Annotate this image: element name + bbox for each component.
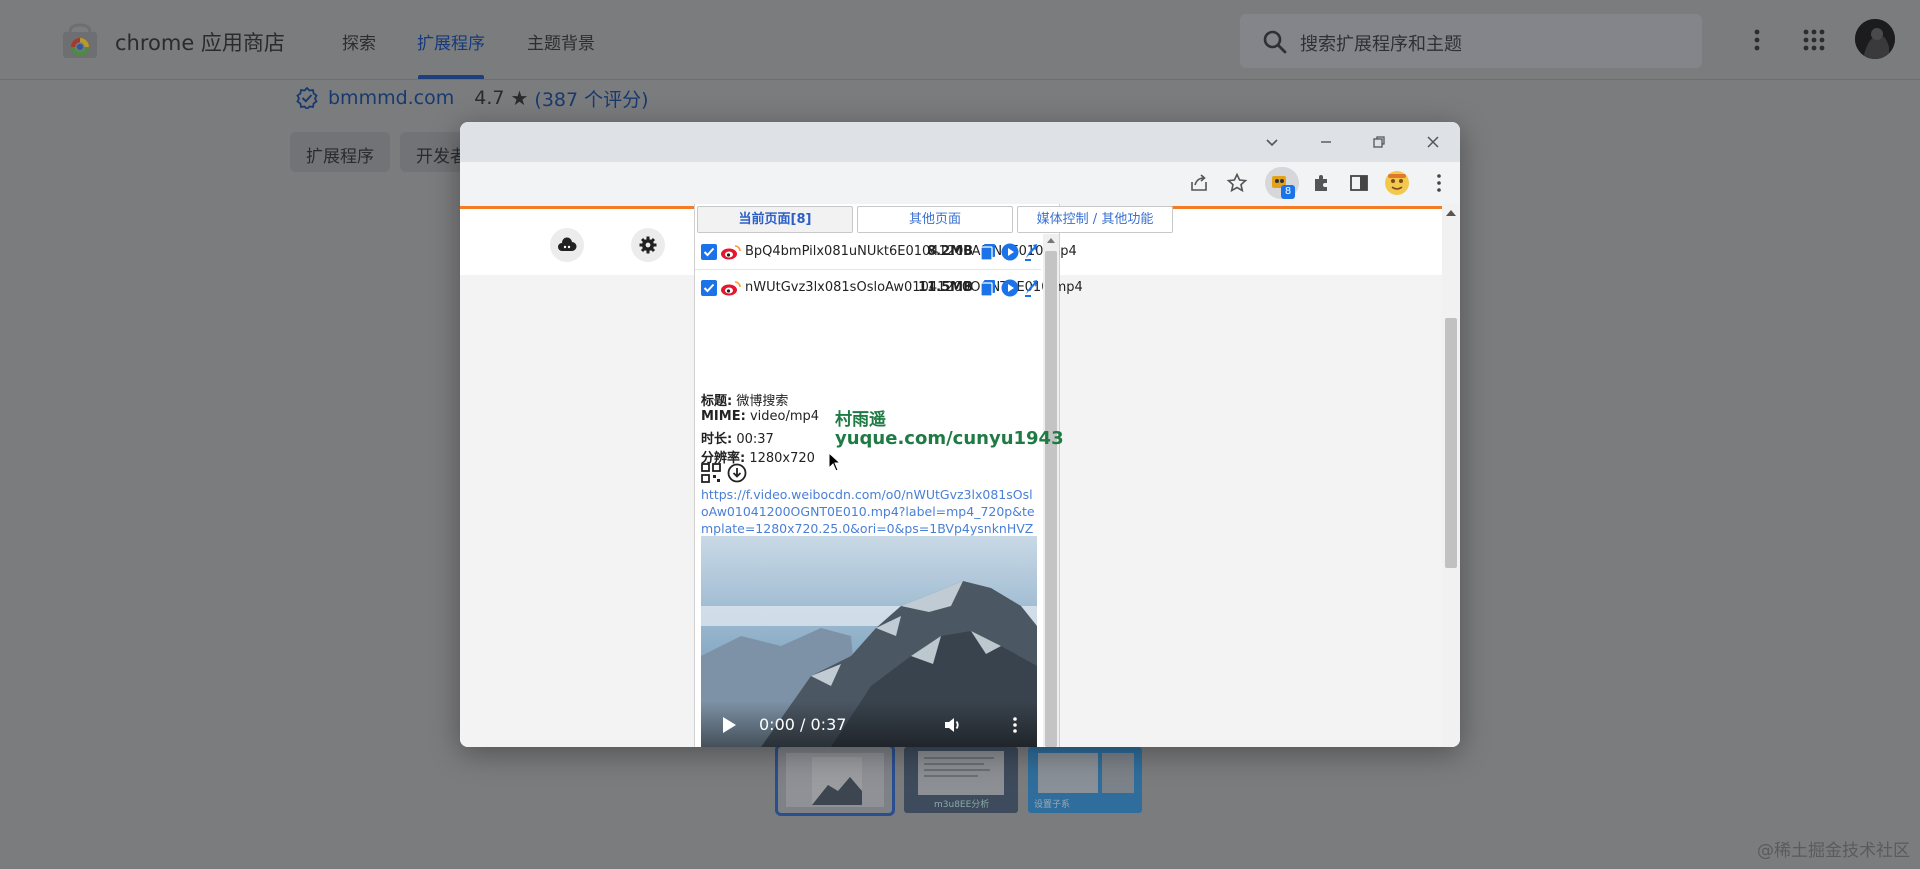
publisher-row: bmmmd.com 4.7 ★ (387 个评分) (296, 84, 649, 112)
page-settings-button[interactable] (631, 228, 665, 262)
browser-toolbar: 8 (460, 162, 1460, 204)
page-cloud-button[interactable] (550, 228, 584, 262)
download-icon[interactable] (1023, 279, 1041, 297)
store-search-box[interactable]: 搜索扩展程序和主题 (1240, 14, 1702, 68)
cloud-icon (558, 237, 577, 251)
detail-duration: 时长: 00:37 (701, 428, 774, 447)
detail-value: 00:37 (736, 432, 774, 447)
extension-badge: 8 (1281, 185, 1295, 199)
category-chip-developer[interactable]: 开发者 (400, 132, 466, 172)
nav-tab-themes[interactable]: 主题背景 (527, 29, 595, 54)
nav-tab-explore[interactable]: 探索 (342, 29, 376, 54)
download-circle-icon[interactable] (727, 463, 747, 483)
volume-icon[interactable] (943, 715, 963, 735)
file-size: 11.5MB (918, 280, 973, 295)
copy-icon[interactable] (979, 279, 997, 297)
mouse-cursor-icon (828, 452, 842, 472)
rating-count-link[interactable]: (387 个评分) (534, 85, 648, 112)
publisher-link[interactable]: bmmmd.com (328, 87, 454, 109)
detail-value: 1280x720 (749, 451, 815, 466)
share-icon[interactable] (1188, 172, 1210, 194)
cat-catch-extension-button[interactable]: 8 (1265, 167, 1299, 199)
detail-title: 标题: 微博搜索 (701, 390, 788, 409)
check-icon (703, 283, 715, 293)
detail-label: MIME: (701, 409, 746, 424)
nav-tab-extensions[interactable]: 扩展程序 (417, 29, 485, 54)
chrome-web-store-logo-icon[interactable] (62, 23, 98, 59)
store-title[interactable]: chrome 应用商店 (115, 27, 285, 57)
thumbnail-3[interactable]: 设置子系 (1028, 747, 1142, 813)
copy-icon[interactable] (979, 243, 997, 261)
overlay-watermark-url: yuque.com/cunyu1943 (835, 428, 1064, 449)
more-vert-icon[interactable] (1005, 715, 1025, 735)
overlay-watermark-name: 村雨遥 (835, 410, 886, 430)
detail-mime: MIME: video/mp4 (701, 409, 819, 424)
page-scrollbar-thumb[interactable] (1445, 318, 1457, 568)
tab-current-page[interactable]: 当前页面[8] (697, 206, 853, 233)
side-panel-icon[interactable] (1348, 172, 1370, 194)
file-select-checkbox[interactable] (701, 280, 717, 296)
video-controls-bar: 0:00 / 0:37 (701, 701, 1037, 747)
thumbnail-image-icon (778, 747, 892, 813)
popup-scroll-up-icon[interactable] (1047, 238, 1055, 243)
category-chip-extensions[interactable]: 扩展程序 (290, 132, 390, 172)
qr-code-icon[interactable] (701, 463, 721, 483)
weibo-icon (721, 245, 741, 260)
file-select-checkbox[interactable] (701, 244, 717, 260)
media-sniffer-popup: 当前页面[8] 其他页面 媒体控制 / 其他功能 BpQ4bmPilx081uN… (694, 204, 1173, 747)
thumbnail-caption: m3u8EE分析 (934, 800, 990, 810)
file-size: 8.2MB (927, 244, 973, 259)
popup-scrollbar-thumb[interactable] (1045, 251, 1057, 747)
apps-grid-icon[interactable] (1802, 28, 1826, 52)
more-vert-icon[interactable] (1745, 26, 1769, 54)
gear-icon (639, 236, 657, 254)
restore-icon[interactable] (1369, 132, 1389, 152)
account-avatar[interactable] (1855, 19, 1895, 59)
download-icon[interactable] (1023, 243, 1041, 261)
rating-value: 4.7 (474, 87, 505, 109)
minimize-icon[interactable] (1316, 132, 1336, 152)
verified-badge-icon (296, 87, 318, 109)
close-icon[interactable] (1423, 132, 1443, 152)
detail-value: video/mp4 (749, 409, 820, 424)
puzzle-extensions-icon[interactable] (1310, 172, 1332, 194)
video-play-icon[interactable] (723, 717, 736, 733)
nav-active-indicator (418, 75, 484, 79)
browser-menu-icon[interactable] (1428, 172, 1450, 194)
thumbnail-caption: 设置子系 (1034, 800, 1071, 810)
bookmark-star-icon[interactable] (1226, 172, 1248, 194)
detail-value: 微博搜索 (736, 394, 789, 409)
detail-label: 标题: (701, 394, 733, 409)
video-preview[interactable]: 0:00 / 0:37 (701, 536, 1037, 747)
weibo-icon (721, 281, 741, 296)
chevron-down-icon[interactable] (1262, 132, 1282, 152)
bottom-watermark: @稀土掘金技术社区 (1757, 841, 1910, 861)
video-timecode: 0:00 / 0:37 (759, 715, 847, 734)
detail-label: 时长: (701, 432, 733, 447)
play-icon[interactable] (1001, 243, 1019, 261)
play-icon[interactable] (1001, 279, 1019, 297)
star-icon: ★ (510, 86, 529, 110)
thumbnail-1[interactable] (775, 744, 895, 816)
avatar-image-icon (1855, 19, 1895, 59)
scroll-up-arrow-icon[interactable] (1446, 210, 1456, 216)
check-icon (703, 247, 715, 257)
tab-media-control[interactable]: 媒体控制 / 其他功能 (1017, 206, 1173, 233)
search-icon (1263, 30, 1287, 54)
search-input[interactable]: 搜索扩展程序和主题 (1300, 30, 1462, 56)
media-file-row[interactable]: nWUtGvz3lx081sOsloAw01041200OGNT0E010.mp… (695, 270, 1083, 306)
thumbnail-2[interactable]: m3u8EE分析 (904, 747, 1018, 813)
profile-avatar-icon[interactable] (1384, 170, 1410, 196)
media-file-row[interactable]: BpQ4bmPilx081uNUkt6E01041200A8lN0E010.mp… (695, 234, 1077, 270)
window-titlebar (460, 122, 1460, 162)
tab-other-pages[interactable]: 其他页面 (857, 206, 1013, 233)
store-header: chrome 应用商店 探索 扩展程序 主题背景 搜索扩展程序和主题 (0, 0, 1920, 80)
